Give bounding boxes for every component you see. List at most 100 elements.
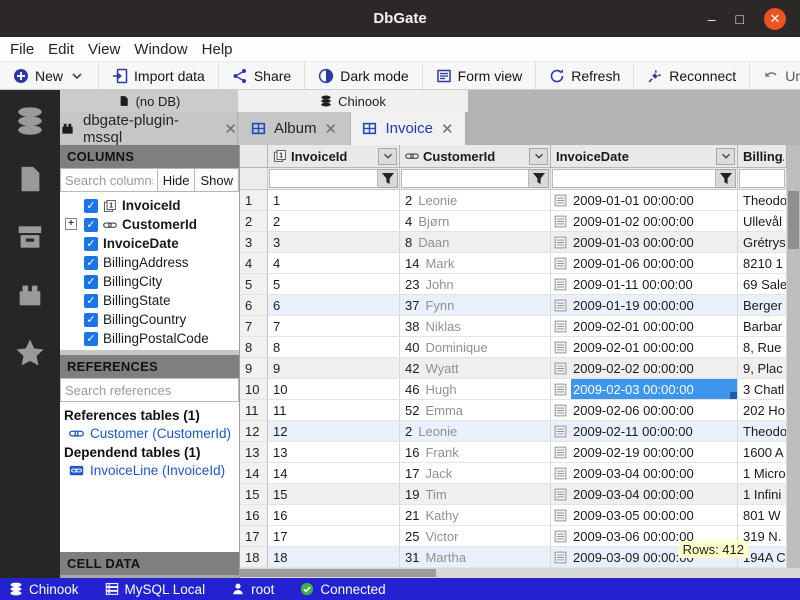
cell-invoicedate[interactable]: 2009-03-05 00:00:00: [551, 505, 738, 525]
row-number[interactable]: 8: [240, 337, 268, 357]
refresh-button[interactable]: Refresh: [536, 62, 634, 89]
column-menu-button[interactable]: [378, 148, 397, 165]
cell-invoiceid[interactable]: 6: [268, 295, 400, 315]
cell-invoiceid[interactable]: 15: [268, 484, 400, 504]
cell-invoicedate[interactable]: 2009-02-11 00:00:00: [551, 421, 738, 441]
sidebar-item-database[interactable]: [15, 106, 45, 136]
column-checkbox[interactable]: ✓: [84, 275, 98, 289]
cell-invoicedate[interactable]: 2009-01-03 00:00:00: [551, 232, 738, 252]
reference-link-invoiceline[interactable]: InvoiceLine (InvoiceId): [60, 461, 239, 480]
cell-billingaddress[interactable]: Barbar: [738, 316, 787, 336]
cell-billingaddress[interactable]: 9, Plac: [738, 358, 787, 378]
undo-button[interactable]: Undo: [750, 62, 800, 89]
statusbar-user[interactable]: root: [231, 582, 274, 597]
row-number[interactable]: 1: [240, 190, 268, 210]
cell-invoicedate[interactable]: 2009-01-11 00:00:00: [551, 274, 738, 294]
cell-invoicedate[interactable]: 2009-01-19 00:00:00: [551, 295, 738, 315]
maximize-button[interactable]: □: [736, 12, 744, 26]
menu-file[interactable]: File: [10, 41, 34, 58]
menu-edit[interactable]: Edit: [48, 41, 74, 58]
column-checkbox[interactable]: ✓: [84, 218, 98, 232]
hide-button[interactable]: Hide: [158, 168, 196, 192]
sidebar-item-files[interactable]: [15, 164, 45, 194]
row-number[interactable]: 2: [240, 211, 268, 231]
sidebar-item-favorites[interactable]: [15, 338, 45, 368]
filter-input-invoiceid[interactable]: [269, 169, 378, 188]
filter-button[interactable]: [716, 169, 736, 188]
import-data-button[interactable]: Import data: [99, 62, 219, 89]
column-checkbox[interactable]: ✓: [84, 294, 98, 308]
row-number[interactable]: 16: [240, 505, 268, 525]
cell-billingaddress[interactable]: 8210 1: [738, 253, 787, 273]
cell-customerid[interactable]: 8Daan: [400, 232, 551, 252]
cell-invoiceid[interactable]: 10: [268, 379, 400, 399]
filter-input-invoicedate[interactable]: [552, 169, 716, 188]
menu-window[interactable]: Window: [134, 41, 187, 58]
row-number[interactable]: 5: [240, 274, 268, 294]
cell-invoiceid[interactable]: 17: [268, 526, 400, 546]
cell-invoicedate[interactable]: 2009-01-01 00:00:00: [551, 190, 738, 210]
cell-invoiceid[interactable]: 13: [268, 442, 400, 462]
dark-mode-button[interactable]: Dark mode: [305, 62, 422, 89]
search-columns-input[interactable]: [60, 168, 158, 192]
cell-invoiceid[interactable]: 11: [268, 400, 400, 420]
cell-billingaddress[interactable]: 1 Micro: [738, 463, 787, 483]
share-button[interactable]: Share: [219, 62, 305, 89]
cell-invoicedate[interactable]: 2009-02-06 00:00:00: [551, 400, 738, 420]
cell-billingaddress[interactable]: 1600 A: [738, 442, 787, 462]
cell-invoicedate[interactable]: 2009-03-04 00:00:00: [551, 484, 738, 504]
cell-billingaddress[interactable]: 1 Infini: [738, 484, 787, 504]
cell-billingaddress[interactable]: 3 Chatl: [738, 379, 787, 399]
cell-invoicedate[interactable]: 2009-01-02 00:00:00: [551, 211, 738, 231]
column-header-billingaddress[interactable]: BillingAddress: [738, 145, 787, 167]
column-checkbox[interactable]: ✓: [84, 313, 98, 327]
horizontal-scrollbar[interactable]: [240, 568, 800, 578]
cell-invoiceid[interactable]: 12: [268, 421, 400, 441]
cell-customerid[interactable]: 2Leonie: [400, 190, 551, 210]
cell-customerid[interactable]: 14Mark: [400, 253, 551, 273]
vertical-scrollbar[interactable]: [787, 145, 800, 568]
row-number[interactable]: 17: [240, 526, 268, 546]
cell-invoiceid[interactable]: 7: [268, 316, 400, 336]
statusbar-database[interactable]: Chinook: [9, 582, 79, 597]
menu-help[interactable]: Help: [202, 41, 233, 58]
minimize-button[interactable]: –: [708, 12, 716, 26]
cell-invoicedate[interactable]: 2009-03-04 00:00:00: [551, 463, 738, 483]
cell-invoicedate[interactable]: 2009-02-01 00:00:00: [551, 316, 738, 336]
row-number[interactable]: 18: [240, 547, 268, 567]
filter-button[interactable]: [529, 169, 549, 188]
close-icon[interactable]: ✕: [324, 120, 337, 138]
cell-invoicedate[interactable]: 2009-02-03 00:00:00: [551, 379, 738, 399]
cell-invoicedate[interactable]: 2009-02-01 00:00:00: [551, 337, 738, 357]
cell-billingaddress[interactable]: Theodo: [738, 190, 787, 210]
cell-invoiceid[interactable]: 1: [268, 190, 400, 210]
cell-billingaddress[interactable]: 69 Sale: [738, 274, 787, 294]
cell-customerid[interactable]: 23John: [400, 274, 551, 294]
cell-invoiceid[interactable]: 14: [268, 463, 400, 483]
form-view-button[interactable]: Form view: [423, 62, 537, 89]
cell-customerid[interactable]: 21Kathy: [400, 505, 551, 525]
column-header-invoicedate[interactable]: InvoiceDate: [551, 145, 738, 167]
sidebar-item-plugins[interactable]: [15, 280, 45, 310]
cell-billingaddress[interactable]: Grétrys: [738, 232, 787, 252]
cell-customerid[interactable]: 16Frank: [400, 442, 551, 462]
column-checkbox[interactable]: ✓: [84, 332, 98, 346]
close-icon[interactable]: ✕: [224, 120, 237, 138]
cell-customerid[interactable]: 42Wyatt: [400, 358, 551, 378]
filter-button[interactable]: [378, 169, 398, 188]
cell-invoiceid[interactable]: 8: [268, 337, 400, 357]
cell-invoiceid[interactable]: 4: [268, 253, 400, 273]
column-checkbox[interactable]: ✓: [84, 256, 98, 270]
reference-link-customer[interactable]: Customer (CustomerId): [60, 424, 239, 443]
vertical-scrollbar-thumb[interactable]: [788, 191, 799, 249]
horizontal-scrollbar-thumb[interactable]: [240, 569, 436, 577]
cell-billingaddress[interactable]: 8, Rue: [738, 337, 787, 357]
row-number[interactable]: 13: [240, 442, 268, 462]
new-button[interactable]: New: [0, 62, 99, 89]
row-number[interactable]: 4: [240, 253, 268, 273]
cell-invoiceid[interactable]: 9: [268, 358, 400, 378]
tab-invoice[interactable]: Invoice ✕: [351, 112, 466, 145]
cell-customerid[interactable]: 37Fynn: [400, 295, 551, 315]
close-icon[interactable]: ✕: [441, 120, 454, 138]
fill-handle[interactable]: [730, 392, 737, 399]
